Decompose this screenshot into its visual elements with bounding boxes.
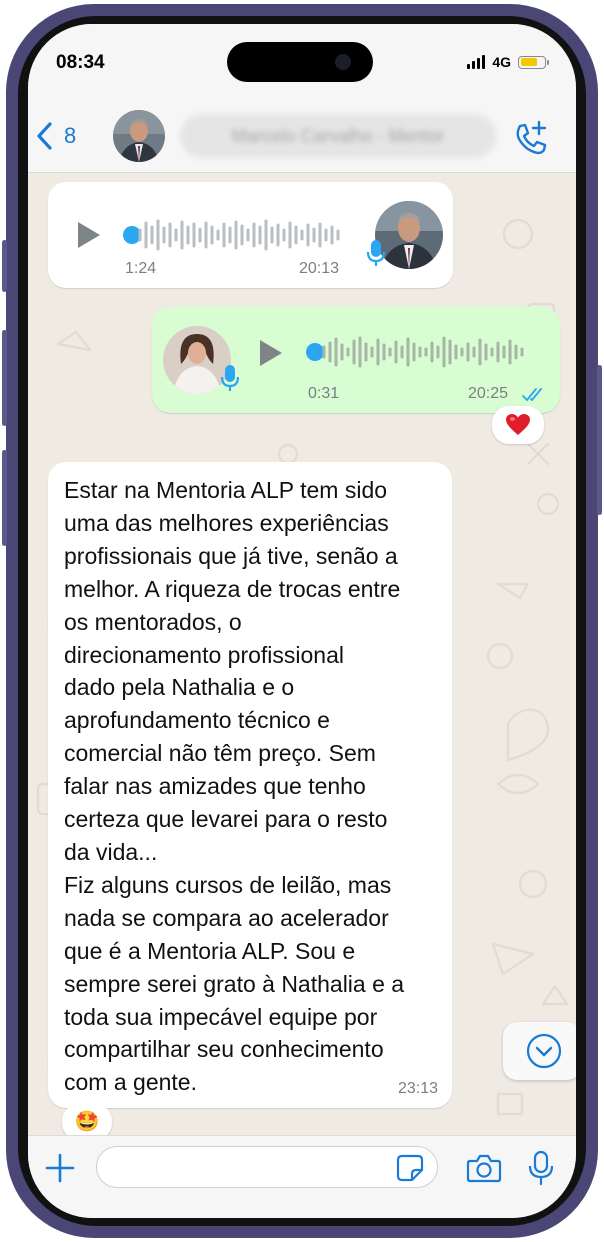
battery-icon <box>518 55 549 69</box>
camera-button[interactable] <box>466 1153 502 1188</box>
star-struck-emoji: 🤩 <box>74 1111 100 1133</box>
play-icon[interactable] <box>260 340 282 366</box>
side-button-power <box>597 365 602 515</box>
call-plus-icon <box>516 120 547 155</box>
message-text: Estar na Mentoria ALP tem sido uma das m… <box>64 477 405 1096</box>
dynamic-island <box>227 42 373 82</box>
double-check-icon <box>522 388 542 402</box>
microphone-icon <box>528 1150 554 1186</box>
unread-count: 8 <box>64 123 77 148</box>
back-chevron-icon <box>37 122 52 150</box>
message-time: 20:25 <box>468 385 509 402</box>
voice-record-button[interactable] <box>528 1150 554 1191</box>
voice-message-incoming: 1:24 20:13 <box>48 182 453 288</box>
plus-icon <box>45 1153 75 1183</box>
status-indicators: 4G <box>467 54 549 70</box>
chat-header: 8 Marcelo Carvalho - Mentor <box>28 104 576 173</box>
attach-button[interactable] <box>44 1152 76 1189</box>
camera-icon <box>466 1154 502 1183</box>
voice-duration: 0:31 <box>308 385 340 402</box>
voice-message-outgoing: 0:31 20:25 <box>152 307 560 413</box>
voice-duration: 1:24 <box>125 260 157 277</box>
network-type: 4G <box>492 54 511 70</box>
front-camera <box>335 54 351 70</box>
call-button[interactable] <box>512 120 548 161</box>
back-button[interactable]: 8 <box>36 121 76 151</box>
status-bar: 08:34 4G <box>28 24 576 104</box>
phone-screen: 08:34 4G 8 Marcelo Carvalho - Mentor 1:2… <box>28 24 576 1218</box>
side-button-volume-up <box>2 330 7 426</box>
microphone-icon <box>220 365 240 391</box>
chevron-down-icon <box>526 1033 562 1069</box>
voice-waveform <box>322 336 524 368</box>
voice-waveform <box>138 219 340 251</box>
microphone-icon <box>366 240 386 266</box>
sticker-button[interactable] <box>396 1154 424 1187</box>
side-button-volume-down <box>2 450 7 546</box>
message-time: 23:13 <box>397 1080 438 1097</box>
message-input[interactable] <box>96 1146 438 1188</box>
message-reaction[interactable] <box>492 406 544 444</box>
message-composer <box>28 1135 576 1218</box>
heart-icon <box>506 414 530 435</box>
sticker-icon <box>396 1154 424 1182</box>
play-icon[interactable] <box>78 222 100 248</box>
status-time: 08:34 <box>56 52 105 73</box>
cellular-signal-icon <box>467 55 486 69</box>
side-button-mute <box>2 240 7 292</box>
message-time: 20:13 <box>299 260 340 277</box>
text-message-incoming: Estar na Mentoria ALP tem sido uma das m… <box>48 462 452 1108</box>
contact-name[interactable]: Marcelo Carvalho - Mentor <box>180 114 496 158</box>
contact-avatar[interactable] <box>113 110 165 162</box>
scroll-to-bottom-button[interactable] <box>503 1022 576 1080</box>
